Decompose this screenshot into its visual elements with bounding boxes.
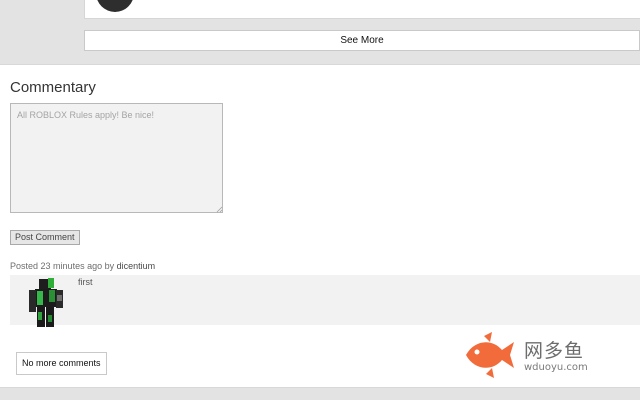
- comment-time: 23 minutes ago: [40, 261, 103, 271]
- page-background: [0, 392, 640, 400]
- posted-prefix: Posted: [10, 261, 39, 271]
- see-more-button[interactable]: See More: [84, 30, 640, 51]
- previous-item-card: [84, 0, 640, 19]
- commentary-title: Commentary: [10, 79, 96, 96]
- comment-username[interactable]: dicentium: [117, 261, 156, 271]
- comment-item: first: [10, 275, 640, 327]
- comment-text: first: [78, 277, 93, 287]
- post-comment-button[interactable]: Post Comment: [10, 230, 80, 245]
- watermark-name: 网多鱼: [524, 340, 585, 362]
- watermark-url: wduoyu.com: [524, 362, 588, 373]
- comment-meta: Posted 23 minutes ago by dicentium: [10, 261, 155, 271]
- fish-icon: [466, 332, 514, 378]
- by-label: by: [104, 261, 115, 271]
- no-more-comments-button[interactable]: No more comments: [16, 352, 107, 375]
- comment-input[interactable]: [10, 103, 223, 213]
- watermark: 网多鱼 wduoyu.com: [462, 330, 612, 380]
- resize-grip-icon[interactable]: [215, 205, 223, 213]
- user-avatar[interactable]: [24, 277, 68, 331]
